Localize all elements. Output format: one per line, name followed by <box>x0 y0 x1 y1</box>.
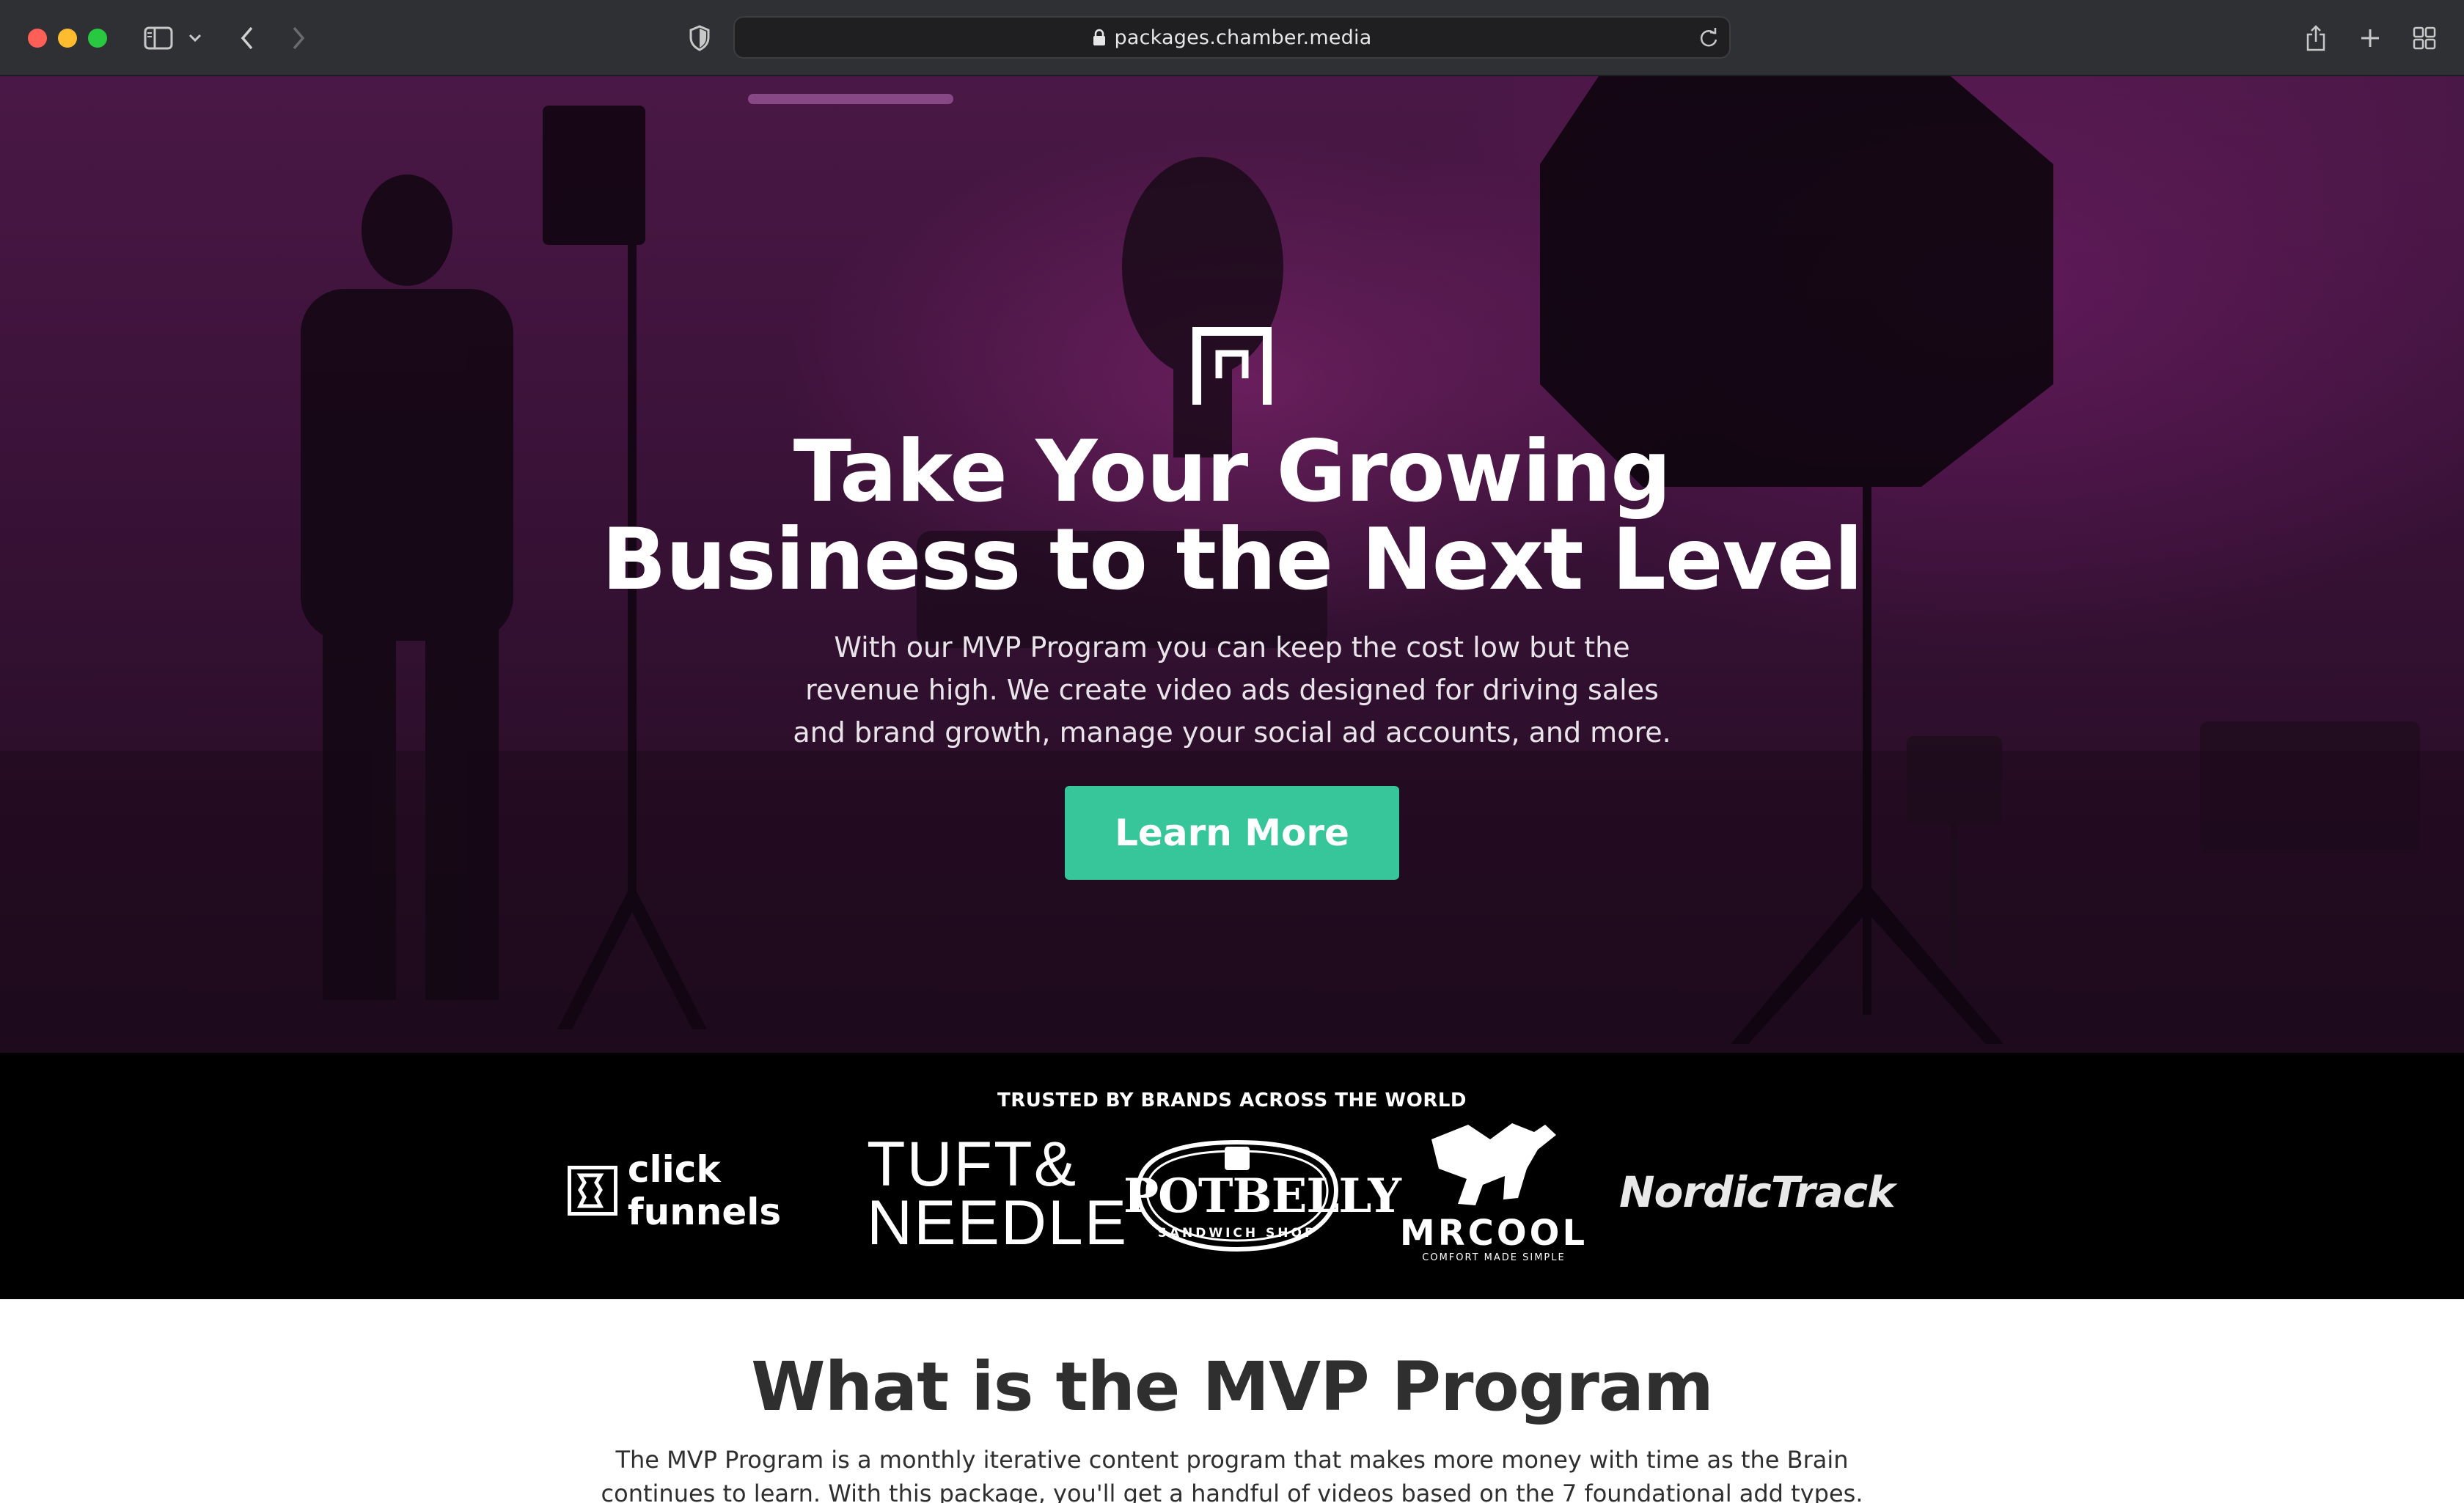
mvp-description: The MVP Program is a monthly iterative c… <box>557 1443 1907 1503</box>
tuft-needle-line: NEEDLE <box>867 1188 1129 1258</box>
tab-overview-icon[interactable] <box>2410 21 2439 56</box>
trusted-brands-section: TRUSTED BY BRANDS ACROSS THE WORLD click… <box>0 1053 2464 1299</box>
mvp-title: What is the MVP Program <box>751 1348 1714 1426</box>
potbelly-tagline: SANDWICH SHOP <box>1157 1226 1317 1241</box>
lock-icon <box>1093 29 1106 46</box>
mrcool-logo: MRCOOL COMFORT MADE SIMPLE <box>1387 1117 1600 1264</box>
mrcool-bear-icon <box>1431 1123 1556 1205</box>
url-text: packages.chamber.media <box>1114 26 1372 49</box>
hero-subtitle: With our MVP Program you can keep the co… <box>755 626 1709 754</box>
chevron-down-icon[interactable] <box>186 21 204 56</box>
sidebar-icon[interactable] <box>141 21 176 56</box>
reload-icon[interactable] <box>1698 28 1719 52</box>
clickfunnels-mark-icon <box>568 1166 617 1216</box>
zoom-window-button[interactable] <box>88 29 107 48</box>
clickfunnels-wordmark: click funnels <box>627 1148 782 1233</box>
hero-section: Take Your Growing Business to the Next L… <box>0 76 2464 1053</box>
hero-subtitle-line: revenue high. We create video ads design… <box>805 674 1659 706</box>
potbelly-wordmark: POTBELLY <box>1123 1169 1401 1224</box>
hero-subtitle-line: With our MVP Program you can keep the co… <box>834 631 1630 664</box>
mrcool-tagline: COMFORT MADE SIMPLE <box>1422 1252 1566 1263</box>
mvp-section: What is the MVP Program The MVP Program … <box>0 1299 2464 1503</box>
potbelly-logo: POTBELLY SANDWICH SHOP <box>1123 1132 1401 1255</box>
shield-icon[interactable] <box>685 21 714 56</box>
tuft-needle-line: TUFT& <box>867 1129 1078 1199</box>
nordictrack-logo: NordicTrack <box>1619 1167 1896 1217</box>
hero-title: Take Your Growing Business to the Next L… <box>440 428 2024 604</box>
mvp-description-line: continues to learn. With this package, y… <box>601 1480 1863 1503</box>
minimize-window-button[interactable] <box>58 29 77 48</box>
mvp-description-line: The MVP Program is a monthly iterative c… <box>615 1446 1849 1474</box>
hero-subtitle-line: and brand growth, manage your social ad … <box>793 716 1671 749</box>
browser-toolbar: packages.chamber.media <box>0 0 2464 76</box>
close-window-button[interactable] <box>28 29 47 48</box>
mrcool-wordmark: MRCOOL <box>1399 1213 1588 1254</box>
hero-title-line: Take Your Growing <box>793 422 1671 521</box>
address-bar[interactable]: packages.chamber.media <box>733 16 1731 59</box>
clickfunnels-logo: click funnels <box>568 1148 842 1233</box>
new-tab-icon[interactable] <box>2357 21 2383 56</box>
share-icon[interactable] <box>2303 21 2329 56</box>
trusted-title: TRUSTED BY BRANDS ACROSS THE WORLD <box>997 1089 1467 1111</box>
tuft-needle-logo: TUFT& NEEDLE <box>867 1129 1129 1258</box>
chamber-media-logo <box>1192 327 1272 405</box>
back-icon[interactable] <box>235 21 260 56</box>
hero-title-line: Business to the Next Level <box>601 510 1863 609</box>
learn-more-button[interactable]: Learn More <box>1065 786 1399 880</box>
forward-icon[interactable] <box>286 21 311 56</box>
